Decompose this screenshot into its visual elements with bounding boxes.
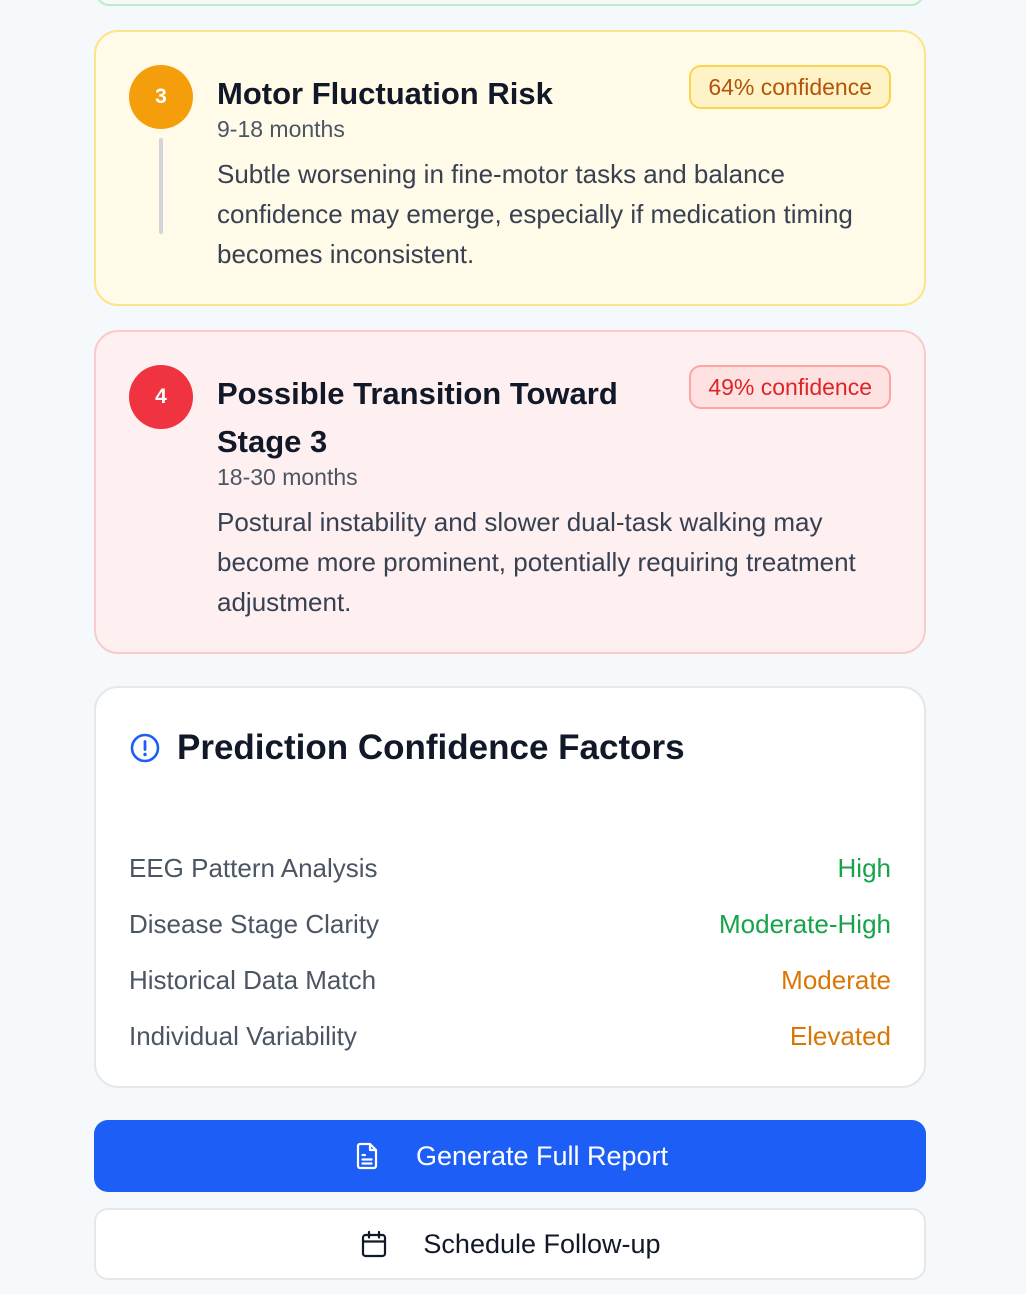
info-circle-icon	[130, 733, 160, 763]
prediction-title: Possible Transition Toward Stage 3	[217, 376, 618, 459]
factor-value: Moderate	[781, 964, 891, 995]
prediction-description: Subtle worsening in fine-motor tasks and…	[217, 159, 853, 269]
factor-label: Historical Data Match	[129, 964, 377, 995]
confidence-badge: 49% confidence	[689, 365, 891, 409]
step-number-badge: 4	[129, 365, 193, 429]
factor-label: Individual Variability	[129, 1020, 357, 1051]
generate-report-button[interactable]: Generate Full Report	[94, 1120, 926, 1192]
prediction-description: Postural instability and slower dual-tas…	[217, 507, 856, 617]
prediction-card-stage-transition: 4 Possible Transition Toward Stage 3 49%…	[94, 330, 926, 654]
factor-row: EEG Pattern Analysis High	[129, 848, 891, 888]
factor-value: Elevated	[789, 1020, 891, 1051]
schedule-followup-button[interactable]: Schedule Follow-up	[94, 1208, 926, 1280]
confidence-factors-card: Prediction Confidence Factors EEG Patter…	[94, 686, 926, 1088]
schedule-followup-label: Schedule Follow-up	[423, 1228, 661, 1259]
factor-row: Disease Stage Clarity Moderate-High	[129, 904, 891, 944]
document-icon	[356, 1142, 378, 1170]
factor-row: Individual Variability Elevated	[129, 1016, 891, 1056]
prediction-timeframe: 9-18 months	[217, 116, 345, 142]
step-number-badge: 3	[129, 65, 193, 129]
previous-prediction-card	[96, 0, 924, 6]
page: 3 Motor Fluctuation Risk 64% confidence …	[0, 0, 1026, 1294]
confidence-factors-title: Prediction Confidence Factors	[177, 728, 685, 767]
generate-report-label: Generate Full Report	[415, 1140, 669, 1171]
confidence-badge: 64% confidence	[689, 65, 891, 109]
factor-label: EEG Pattern Analysis	[129, 852, 378, 883]
prediction-card-motor-fluctuation: 3 Motor Fluctuation Risk 64% confidence …	[94, 30, 926, 306]
factor-value: High	[837, 852, 891, 883]
calendar-icon	[362, 1230, 387, 1258]
factor-value: Moderate-High	[719, 908, 891, 939]
factor-row: Historical Data Match Moderate	[129, 960, 891, 1000]
prediction-timeframe: 18-30 months	[217, 464, 358, 490]
factor-label: Disease Stage Clarity	[129, 908, 379, 939]
timeline-connector	[159, 138, 163, 234]
prediction-title: Motor Fluctuation Risk	[217, 76, 553, 111]
